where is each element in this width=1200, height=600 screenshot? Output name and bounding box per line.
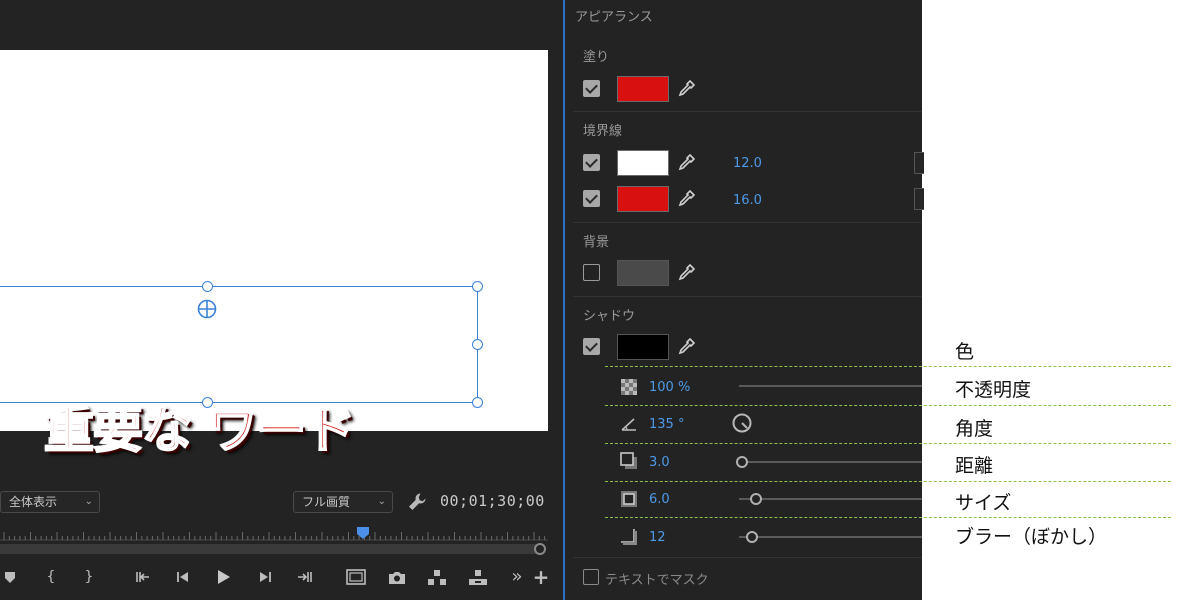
shadow-size-value[interactable]: 6.0 [649,492,670,507]
stroke-2-width-value[interactable]: 16.0 [733,193,762,208]
annotation-divider [605,366,1171,367]
eyedropper-icon[interactable] [675,78,697,100]
program-monitor: 重要な ワード 全体表示 ⌄ フル画質 ⌄ 00;01;30;00 { } » … [0,0,563,600]
background-label: 背景 [583,235,610,250]
eyedropper-icon[interactable] [675,188,697,210]
shadow-angle-value[interactable]: 135 ° [649,417,684,432]
shadow-distance-value[interactable]: 3.0 [649,455,670,470]
background-color-swatch[interactable] [617,260,669,286]
stroke-2-type-select[interactable] [914,188,924,210]
lift-icon[interactable] [426,566,448,588]
shadow-opacity-slider[interactable] [739,385,922,387]
marker-icon[interactable] [0,566,22,588]
step-forward-icon[interactable] [254,566,276,588]
time-ruler[interactable] [0,527,548,541]
shadow-blur-slider-knob[interactable] [746,531,758,543]
distance-icon [620,452,637,469]
scrollbar-track[interactable] [0,544,540,554]
stroke-1-width-value[interactable]: 12.0 [733,156,762,171]
zoom-level-value: 全体表示 [9,495,58,509]
more-icon[interactable]: » [506,566,528,588]
annotation-divider [605,517,1171,518]
shadow-opacity-value[interactable]: 100 % [649,380,690,395]
annotation-divider [605,405,1171,406]
shadow-size-slider[interactable] [739,498,922,500]
shadow-blur-value[interactable]: 12 [649,530,666,545]
text-mask-checkbox[interactable] [583,569,599,585]
panel-header: アピアランス [575,10,653,25]
stroke-1-type-select[interactable] [914,152,924,174]
angle-icon [621,418,636,431]
shadow-size-slider-knob[interactable] [750,493,762,505]
section-divider [573,222,922,223]
shadow-distance-slider[interactable] [741,461,922,463]
background-checkbox[interactable] [583,264,600,281]
go-to-out-icon[interactable] [294,566,316,588]
fill-label: 塗り [583,50,610,65]
text-mask-label: テキストでマスク [605,573,709,588]
step-back-icon[interactable] [172,566,194,588]
in-point-icon[interactable]: { [40,566,62,588]
stroke-1-checkbox[interactable] [583,154,600,171]
shadow-distance-slider-knob[interactable] [736,456,748,468]
text-bounding-box[interactable] [0,281,483,408]
playhead-timecode[interactable]: 00;01;30;00 [440,492,545,510]
blur-icon [621,529,637,545]
stroke-2-color-swatch[interactable] [617,186,669,212]
annotation-divider [605,481,1171,482]
title-text[interactable]: 重要な ワード [43,400,356,460]
shadow-label: シャドウ [583,309,636,324]
fill-checkbox[interactable] [583,80,600,97]
annotation-opacity: 不透明度 [955,379,1032,401]
wrench-icon[interactable] [405,490,429,514]
fill-color-swatch[interactable] [617,76,669,102]
appearance-panel: アピアランス 塗り 境界線 12.0 16.0 背景 シャドウ 100 % 13… [565,0,924,600]
section-divider [573,296,922,297]
transport-controls: { } » + [0,566,563,590]
handle-bottom-middle[interactable] [202,397,213,408]
annotation-divider [605,443,1171,444]
stroke-label: 境界線 [583,124,623,139]
go-to-in-icon[interactable] [132,566,154,588]
section-divider [573,557,922,558]
annotation-distance: 距離 [955,455,994,477]
export-frame-icon[interactable] [386,566,408,588]
playback-quality-select[interactable]: フル画質 ⌄ [293,491,393,513]
stroke-1-color-swatch[interactable] [617,150,669,176]
playhead-marker-icon[interactable] [356,526,370,540]
chevron-down-icon: ⌄ [377,496,386,507]
size-icon [621,491,637,507]
eyedropper-icon[interactable] [675,336,697,358]
extract-icon[interactable] [467,566,489,588]
annotation-blur: ブラー（ぼかし） [955,526,1108,548]
playback-quality-value: フル画質 [302,495,351,509]
handle-top-right[interactable] [472,281,483,292]
handle-bottom-right[interactable] [472,397,483,408]
chevron-down-icon: ⌄ [84,496,93,507]
shadow-checkbox[interactable] [583,338,600,355]
add-button-icon[interactable]: + [530,566,552,588]
play-icon[interactable] [212,566,234,588]
annotation-angle: 角度 [955,418,994,440]
shadow-blur-slider[interactable] [739,536,922,538]
annotation-size: サイズ [955,492,1012,514]
eyedropper-icon[interactable] [675,152,697,174]
section-divider [573,111,922,112]
opacity-checker-icon [621,379,637,395]
annotation-color: 色 [955,341,975,363]
eyedropper-icon[interactable] [675,262,697,284]
shadow-color-swatch[interactable] [617,334,669,360]
handle-top-middle[interactable] [202,281,213,292]
stroke-2-checkbox[interactable] [583,190,600,207]
safe-margins-icon[interactable] [345,566,367,588]
zoom-level-select[interactable]: 全体表示 ⌄ [0,491,100,513]
scrollbar-end-handle[interactable] [534,543,546,555]
angle-dial-icon[interactable] [731,412,753,434]
out-point-icon[interactable]: } [78,566,100,588]
handle-middle-right[interactable] [472,339,483,350]
zoom-scrollbar[interactable] [0,543,548,555]
